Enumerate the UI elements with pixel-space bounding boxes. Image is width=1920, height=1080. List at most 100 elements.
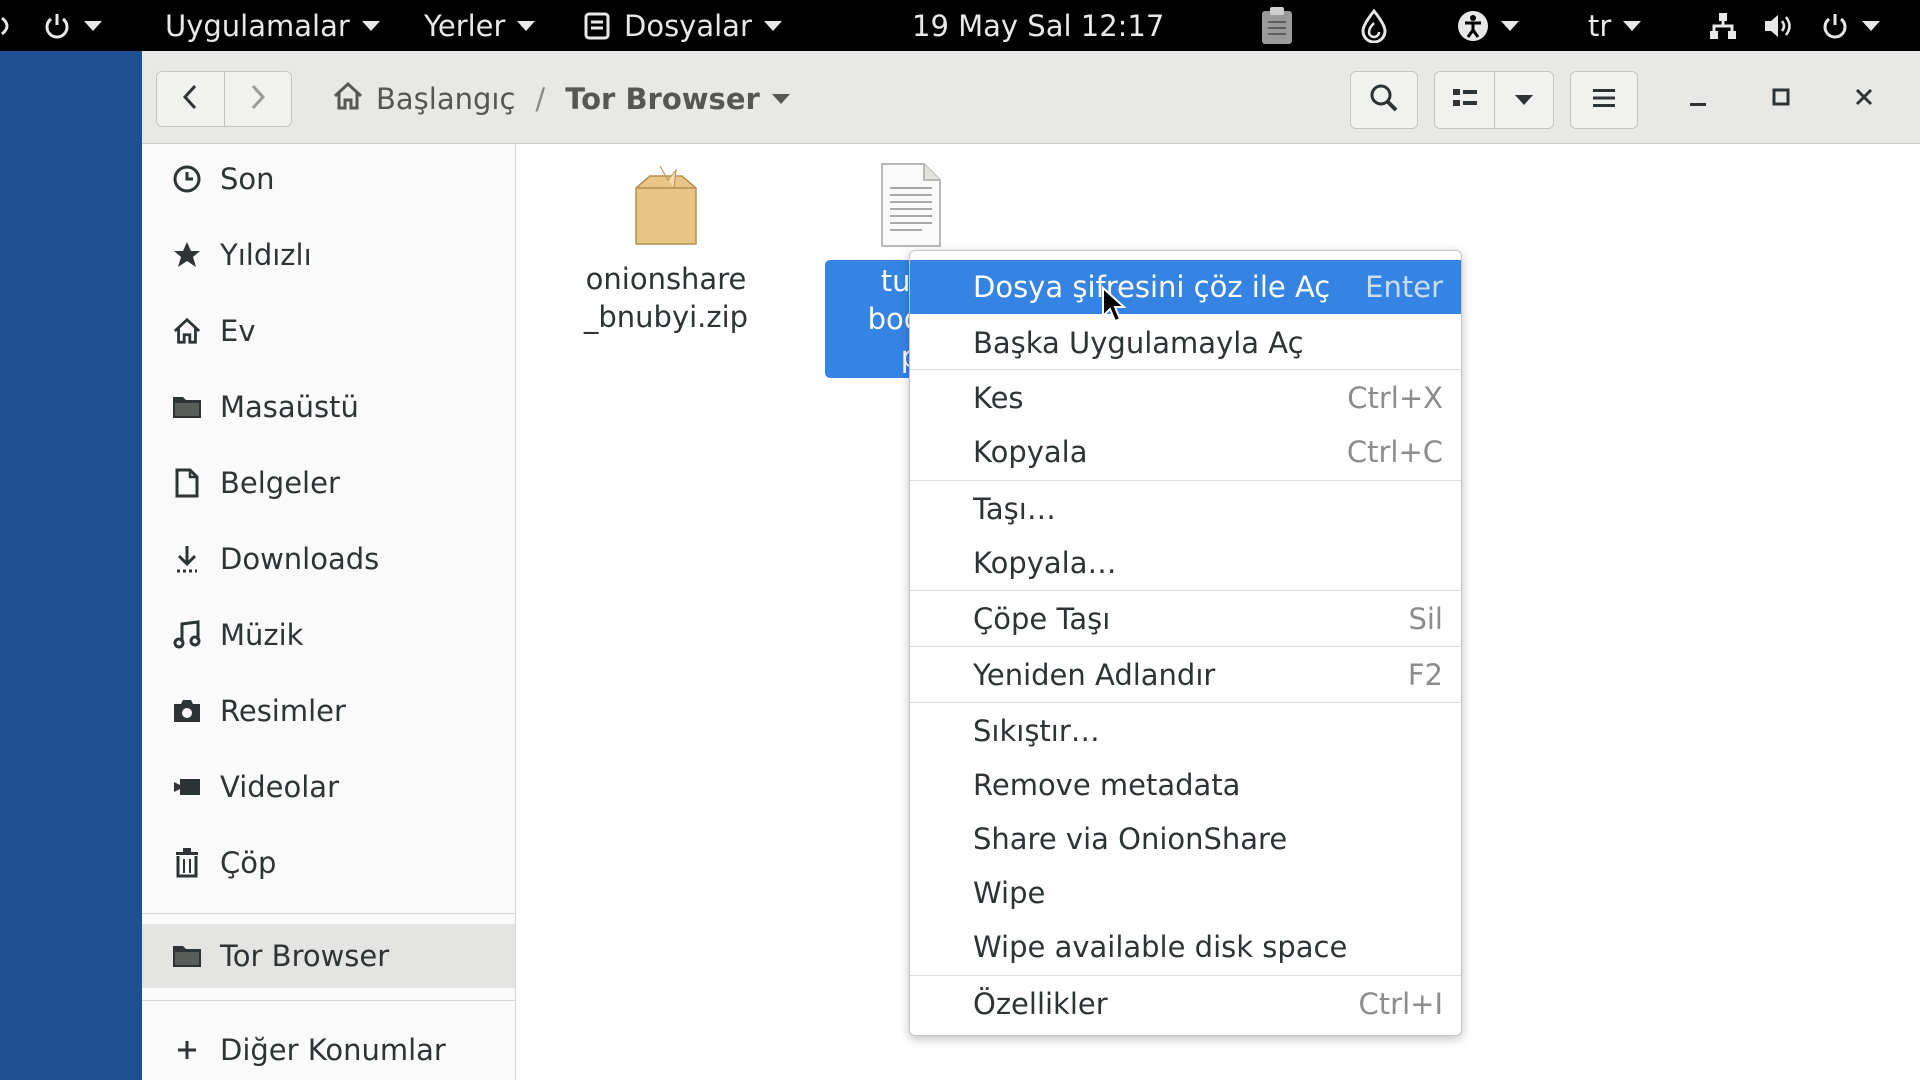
home-icon <box>332 81 364 118</box>
menu-item-properties[interactable]: Özellikler Ctrl+I <box>910 977 1461 1031</box>
forward-button[interactable] <box>223 72 292 126</box>
sidebar-item-other-locations[interactable]: Diğer Konumlar <box>142 1018 515 1080</box>
view-options-group <box>1434 71 1554 129</box>
sidebar-item-label: Videolar <box>220 770 340 804</box>
view-dropdown-button[interactable] <box>1495 72 1553 128</box>
menu-item-copy[interactable]: Kopyala Ctrl+C <box>910 425 1461 479</box>
home-icon <box>170 314 204 348</box>
search-button[interactable] <box>1350 71 1418 129</box>
menu-item-wipe[interactable]: Wipe <box>910 866 1461 920</box>
network-icon[interactable] <box>1708 0 1738 51</box>
close-button[interactable] <box>1836 71 1892 127</box>
chevron-down-icon <box>1862 20 1880 31</box>
breadcrumb-current[interactable]: Tor Browser <box>565 82 790 116</box>
mouse-cursor-icon <box>1101 285 1127 328</box>
plus-icon <box>170 1033 204 1067</box>
menu-item-rename[interactable]: Yeniden Adlandır F2 <box>910 648 1461 702</box>
sidebar-item-label: Son <box>220 162 275 196</box>
menu-item-copy-to[interactable]: Kopyala… <box>910 536 1461 590</box>
power-icon <box>42 11 72 41</box>
sidebar-item-videos[interactable]: Videolar <box>142 755 515 819</box>
sidebar-item-label: Çöp <box>220 846 277 880</box>
context-menu: Dosya şifresini çöz ile Aç Enter Başka U… <box>909 250 1462 1036</box>
menu-item-open-with-decrypt[interactable]: Dosya şifresini çöz ile Aç Enter <box>910 260 1461 314</box>
sidebar-separator <box>142 913 515 914</box>
clipboard-icon[interactable] <box>1259 0 1295 51</box>
accessibility-icon <box>1457 10 1489 42</box>
chevron-right-icon <box>248 83 268 115</box>
applications-menu[interactable]: Uygulamalar <box>165 0 380 51</box>
list-view-button[interactable] <box>1435 72 1495 128</box>
star-icon <box>170 238 204 272</box>
sidebar-item-trash[interactable]: Çöp <box>142 831 515 895</box>
chevron-down-icon <box>771 94 790 104</box>
folder-icon <box>170 390 204 424</box>
breadcrumb-current-label: Tor Browser <box>565 82 760 116</box>
menu-item-label: Kes <box>973 381 1024 415</box>
sidebar-item-starred[interactable]: Yıldızlı <box>142 223 515 287</box>
system-menu[interactable] <box>1820 0 1880 51</box>
chevron-down-icon <box>361 20 380 31</box>
sidebar-item-music[interactable]: Müzik <box>142 603 515 667</box>
files-app-icon <box>584 12 610 40</box>
sidebar-item-home[interactable]: Ev <box>142 299 515 363</box>
sidebar-item-documents[interactable]: Belgeler <box>142 451 515 515</box>
trash-icon <box>170 846 204 880</box>
datetime-label: 19 May Sal 12:17 <box>912 8 1165 43</box>
folder-icon <box>170 939 204 973</box>
breadcrumb-home-label: Başlangıç <box>376 82 516 116</box>
download-icon <box>170 542 204 576</box>
menu-separator <box>910 702 1461 703</box>
clock-icon <box>170 162 204 196</box>
file-name: _bnubyi.zip <box>583 300 749 334</box>
menu-item-label: Başka Uygulamayla Aç <box>973 326 1304 360</box>
sidebar-item-label: Ev <box>220 314 256 348</box>
menu-item-label: Remove metadata <box>973 768 1241 802</box>
menu-item-label: Kopyala <box>973 435 1088 469</box>
sidebar-separator <box>142 1000 515 1001</box>
menu-item-label: Yeniden Adlandır <box>973 658 1216 692</box>
language-menu[interactable]: tr <box>1588 0 1642 51</box>
menu-item-compress[interactable]: Sıkıştır… <box>910 704 1461 758</box>
menu-separator <box>910 480 1461 481</box>
menu-item-move-to[interactable]: Taşı… <box>910 482 1461 536</box>
back-button[interactable] <box>157 72 224 126</box>
menu-item-remove-metadata[interactable]: Remove metadata <box>910 758 1461 812</box>
menu-item-label: Çöpe Taşı <box>973 602 1111 636</box>
menu-separator <box>910 975 1461 976</box>
top-bar: Uygulamalar Yerler Dosyalar 19 May Sal 1… <box>0 0 1920 51</box>
sidebar-item-downloads[interactable]: Downloads <box>142 527 515 591</box>
menu-item-label: Özellikler <box>973 987 1108 1021</box>
menu-item-cut[interactable]: Kes Ctrl+X <box>910 371 1461 425</box>
menu-item-label: Sıkıştır… <box>973 714 1100 748</box>
desktop-background <box>0 51 142 1080</box>
accessibility-menu[interactable] <box>1457 0 1519 51</box>
minimize-button[interactable] <box>1670 71 1726 127</box>
app-name-label: Dosyalar <box>624 8 752 43</box>
maximize-button[interactable] <box>1753 71 1809 127</box>
sidebar-item-label: Downloads <box>220 542 380 576</box>
menu-item-move-to-trash[interactable]: Çöpe Taşı Sil <box>910 592 1461 646</box>
sidebar-item-recent[interactable]: Son <box>142 147 515 211</box>
breadcrumb-home[interactable]: Başlangıç <box>332 81 515 118</box>
sidebar-item-desktop[interactable]: Masaüstü <box>142 375 515 439</box>
file-item[interactable]: onionshare _bnubyi.zip <box>581 160 751 336</box>
sidebar-item-pictures[interactable]: Resimler <box>142 679 515 743</box>
volume-icon[interactable] <box>1762 0 1794 51</box>
menu-button[interactable] <box>1570 71 1638 129</box>
places-menu[interactable]: Yerler <box>424 0 536 51</box>
menu-item-share-onionshare[interactable]: Share via OnionShare <box>910 812 1461 866</box>
places-label: Yerler <box>424 8 506 43</box>
menu-item-shortcut: Sil <box>1408 602 1443 636</box>
power-icon <box>1820 11 1850 41</box>
sidebar-item-label: Yıldızlı <box>220 238 312 272</box>
menu-item-wipe-disk-space[interactable]: Wipe available disk space <box>910 920 1461 974</box>
sidebar-item-tor-browser[interactable]: Tor Browser <box>142 924 515 988</box>
app-menu[interactable]: Dosyalar <box>584 0 782 51</box>
sidebar-item-label: Müzik <box>220 618 304 652</box>
onion-icon[interactable] <box>1360 0 1388 51</box>
clock[interactable]: 19 May Sal 12:17 <box>912 0 1164 51</box>
activities-power-menu[interactable] <box>42 0 102 51</box>
menu-item-open-with-other[interactable]: Başka Uygulamayla Aç <box>910 316 1461 370</box>
menu-item-shortcut: Enter <box>1365 270 1443 304</box>
